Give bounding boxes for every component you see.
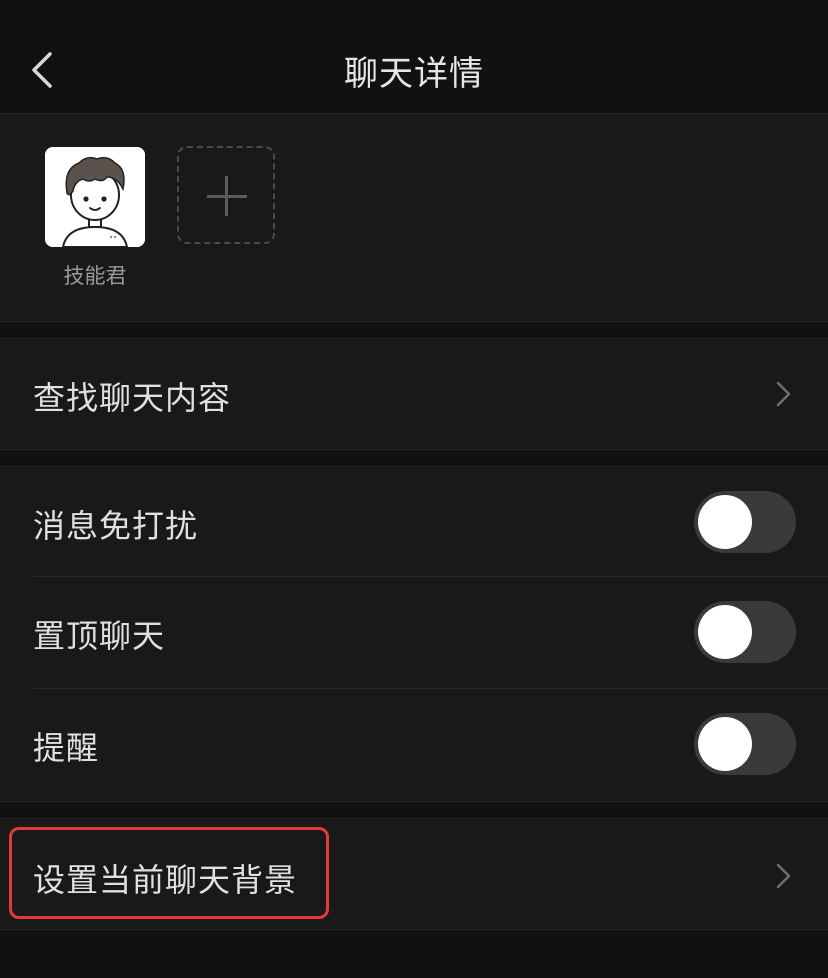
do-not-disturb-row: 消息免打扰 xyxy=(0,467,828,577)
add-member-button[interactable] xyxy=(177,146,275,244)
toggle-knob xyxy=(698,495,752,549)
reminder-toggle[interactable] xyxy=(694,713,796,775)
do-not-disturb-label: 消息免打扰 xyxy=(33,507,199,545)
do-not-disturb-toggle[interactable] xyxy=(694,491,796,553)
search-chat-content-row[interactable]: 查找聊天内容 xyxy=(0,339,828,449)
chevron-right-icon xyxy=(776,863,791,889)
toggle-knob xyxy=(698,605,752,659)
search-group: 查找聊天内容 xyxy=(0,338,828,450)
reminder-label: 提醒 xyxy=(33,729,100,767)
reminder-row: 提醒 xyxy=(0,689,828,801)
member-section: 技能君 xyxy=(0,114,828,322)
pin-chat-label: 置顶聊天 xyxy=(33,617,166,655)
search-chat-content-label: 查找聊天内容 xyxy=(33,379,232,417)
plus-icon-vertical xyxy=(225,176,228,216)
chevron-right-icon xyxy=(776,381,791,407)
pin-chat-row: 置顶聊天 xyxy=(0,577,828,689)
avatar[interactable] xyxy=(45,147,145,247)
settings-group: 消息免打扰 置顶聊天 提醒 xyxy=(0,466,828,802)
toggle-knob xyxy=(698,717,752,771)
set-chat-background-label: 设置当前聊天背景 xyxy=(33,861,298,899)
top-bar: 聊天详情 xyxy=(0,0,828,114)
page-title: 聊天详情 xyxy=(344,54,484,94)
cartoon-boy-avatar-icon xyxy=(45,147,145,247)
pin-chat-toggle[interactable] xyxy=(694,601,796,663)
member-name: 技能君 xyxy=(63,264,127,288)
background-group: 设置当前聊天背景 xyxy=(0,818,828,930)
set-chat-background-row[interactable]: 设置当前聊天背景 xyxy=(0,819,828,929)
